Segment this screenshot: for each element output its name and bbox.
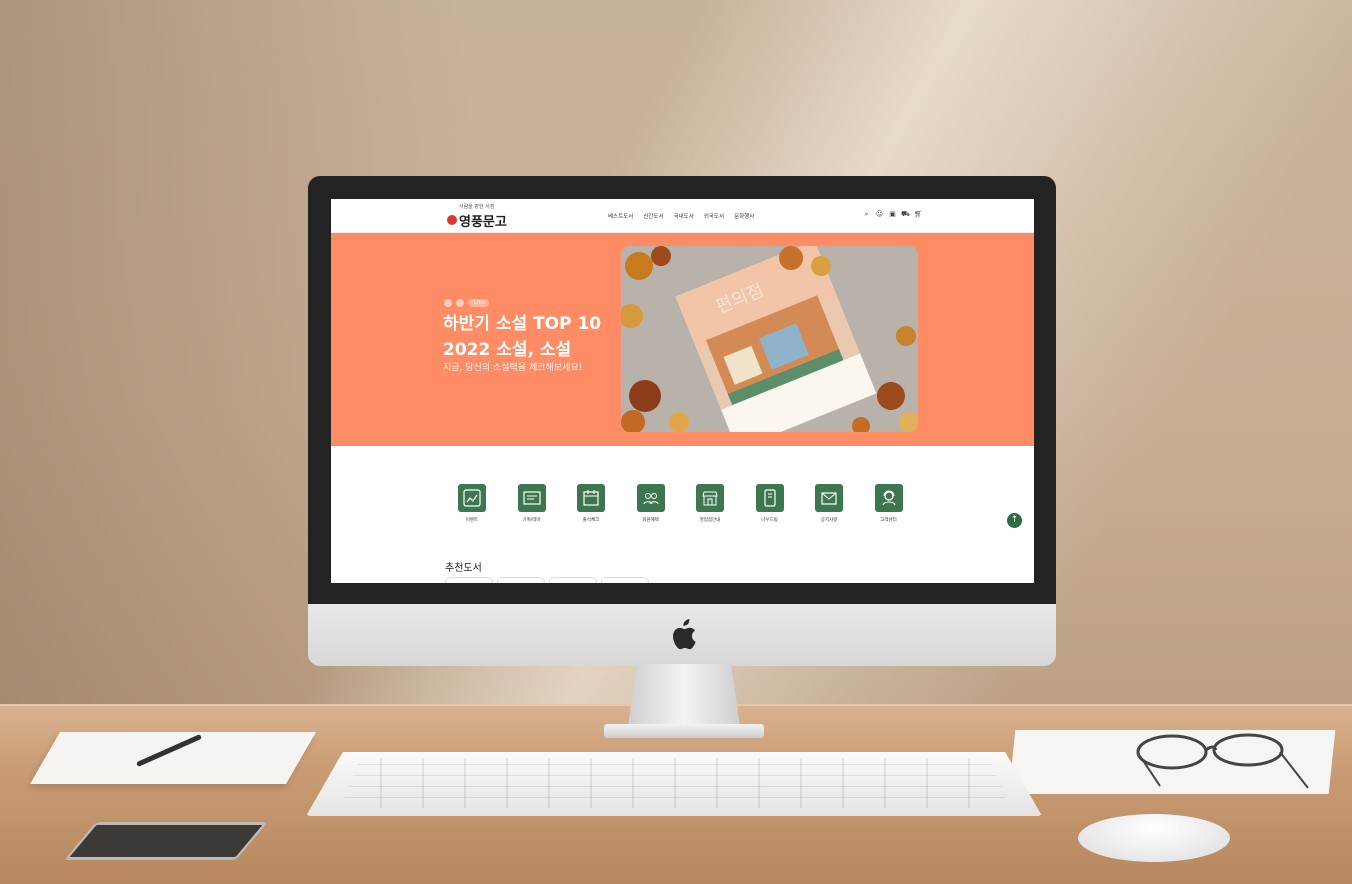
nav-item-bestseller[interactable]: 베스트도서 xyxy=(608,212,633,220)
calendar-icon xyxy=(577,484,605,512)
recommend-tab[interactable] xyxy=(549,577,597,583)
category-label: 이벤트 xyxy=(465,518,479,523)
keyboard-keys xyxy=(340,758,1010,808)
hero-book-image[interactable]: 편의점 xyxy=(621,246,918,432)
recommend-tabs xyxy=(445,577,649,583)
event-icon xyxy=(458,484,486,512)
monitor-stand-base xyxy=(604,724,764,738)
category-menu: 이벤트 기획/테마 출석체크 회원혜택 영업점안내 나우드림 공지사항 고객센터 xyxy=(457,484,904,523)
scroll-top-button[interactable]: ↑ xyxy=(1007,513,1022,528)
mail-icon xyxy=(815,484,843,512)
category-notice[interactable]: 공지사항 xyxy=(814,484,844,523)
recommend-tab[interactable] xyxy=(601,577,649,583)
logo-mark-icon xyxy=(447,215,457,225)
category-attendance[interactable]: 출석체크 xyxy=(576,484,606,523)
website-screen: 사람을 향한 서점 영풍문고 베스트도서 신간도서 국내도서 외국도서 문화행사… xyxy=(331,199,1034,583)
support-icon xyxy=(874,484,903,512)
site-header: 사람을 향한 서점 영풍문고 베스트도서 신간도서 국내도서 외국도서 문화행사… xyxy=(331,199,1034,233)
category-label: 영업점안내 xyxy=(699,518,721,523)
hero-next-dot[interactable] xyxy=(456,299,464,307)
category-stores[interactable]: 영업점안내 xyxy=(695,484,725,523)
nav-item-domestic[interactable]: 국내도서 xyxy=(674,212,694,220)
theme-icon xyxy=(517,484,546,512)
monitor-stand xyxy=(628,664,740,726)
nav-item-foreign[interactable]: 외국도서 xyxy=(704,212,724,220)
category-label: 공지사항 xyxy=(820,518,838,523)
truck-icon[interactable]: ⛟ xyxy=(901,210,910,219)
recommend-tab[interactable] xyxy=(497,577,545,583)
notebook xyxy=(30,732,317,784)
category-label: 출석체크 xyxy=(582,518,600,523)
hero-title-line2: 2022 소설, 소설 xyxy=(443,340,572,360)
category-support[interactable]: 고객센터 xyxy=(874,484,904,523)
search-icon[interactable]: ⌕ xyxy=(862,210,871,219)
apple-logo-icon xyxy=(673,619,696,650)
hero-banner[interactable]: 1/10 하반기 소설 TOP 10 2022 소설, 소설 지금, 당신의 소… xyxy=(331,233,1034,446)
phone-book-icon xyxy=(755,484,784,512)
user-icon[interactable]: ☺ xyxy=(875,210,884,219)
mouse xyxy=(1078,814,1230,862)
store-icon xyxy=(696,484,724,512)
eyeglasses xyxy=(1136,733,1309,789)
section-title: 추천도서 xyxy=(445,563,482,574)
book-cover-illustration: 편의점 xyxy=(621,246,918,432)
category-members[interactable]: 회원혜택 xyxy=(636,484,666,523)
nav-item-culture[interactable]: 문화행사 xyxy=(734,212,754,220)
category-event[interactable]: 이벤트 xyxy=(457,484,487,523)
logo-slogan: 사람을 향한 서점 xyxy=(459,204,495,210)
header-icons: ⌕ ☺ ▣ ⛟ 🛒︎ xyxy=(862,210,923,219)
lock-icon[interactable]: ▣ xyxy=(888,210,897,219)
category-label: 회원혜택 xyxy=(642,518,659,523)
hero-title-line1: 하반기 소설 TOP 10 xyxy=(443,314,602,334)
hero-pagination: 1/10 xyxy=(444,299,490,307)
smartphone xyxy=(64,822,268,860)
category-label: 나우드림 xyxy=(761,518,778,523)
hero-page-indicator: 1/10 xyxy=(468,299,490,307)
category-label: 기획/테마 xyxy=(522,518,541,523)
logo-text: 영풍문고 xyxy=(459,215,507,230)
members-icon xyxy=(636,484,665,512)
hero-subtitle: 지금, 당신의 소설력을 체크해보세요! xyxy=(443,363,583,373)
nav-item-new[interactable]: 신간도서 xyxy=(643,212,663,220)
main-nav: 베스트도서 신간도서 국내도서 외국도서 문화행사 xyxy=(608,212,754,220)
hero-prev-dot[interactable] xyxy=(444,299,452,307)
category-label: 고객센터 xyxy=(880,518,897,523)
cart-icon[interactable]: 🛒︎ xyxy=(914,210,923,219)
category-nowdream[interactable]: 나우드림 xyxy=(755,484,785,523)
category-theme[interactable]: 기획/테마 xyxy=(517,484,547,523)
recommend-tab[interactable] xyxy=(445,577,493,583)
